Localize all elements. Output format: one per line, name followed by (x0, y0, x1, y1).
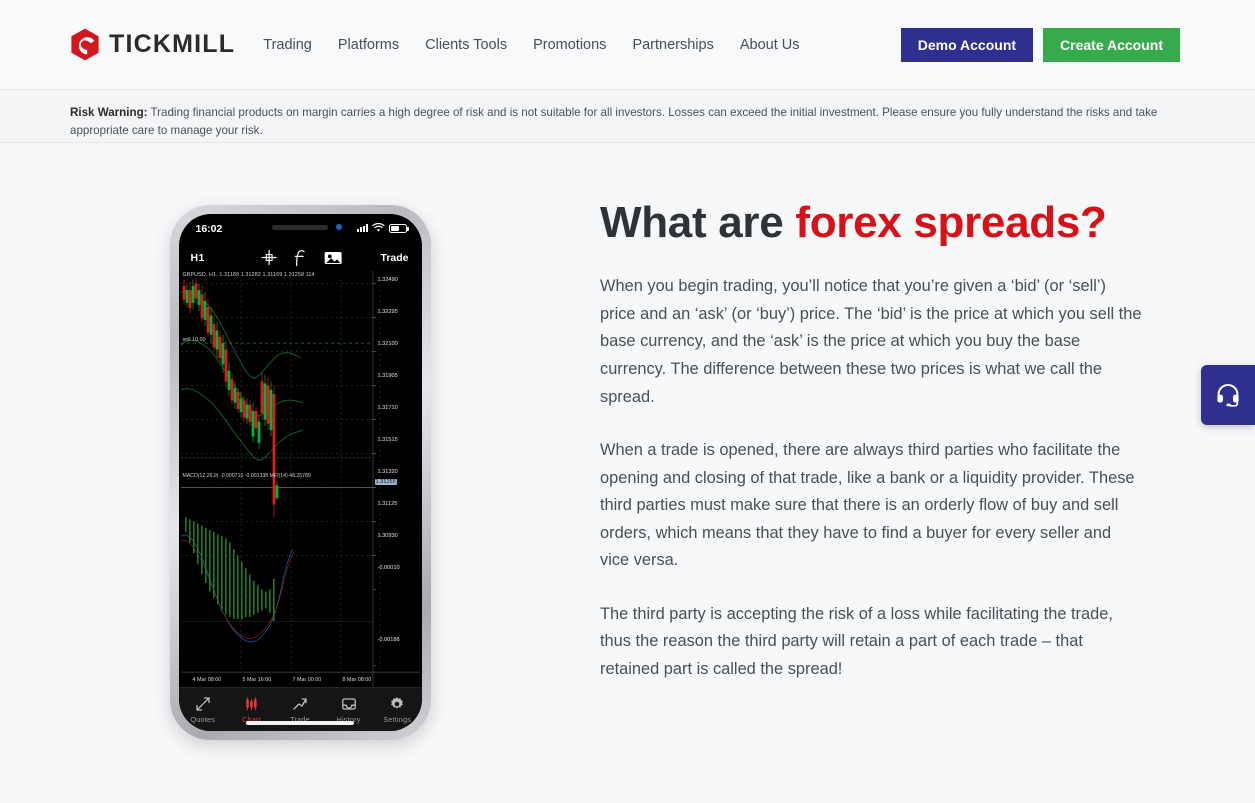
sub-axis-label: -0.00188 (377, 637, 400, 643)
phone-mockup-column: 16:02 H1 Trade GBPUSD, H1, 1.31189 1.312… (0, 143, 600, 802)
battery-icon (388, 223, 409, 233)
headset-support-icon (1217, 384, 1239, 407)
function-indicator-icon[interactable] (294, 249, 307, 267)
home-indicator (246, 721, 354, 725)
risk-warning-label: Risk Warning: (70, 106, 148, 119)
tab-label: Quotes (190, 714, 216, 724)
risk-warning-bar: Risk Warning: Trading financial products… (0, 90, 1255, 143)
article-paragraph-3: The third party is accepting the risk of… (600, 604, 1113, 679)
chart-symbol-line: GBPUSD, H1, 1.31189 1.31282 1.31169 1.31… (182, 272, 315, 278)
nav-item-about-us[interactable]: About Us (740, 37, 800, 53)
toolbar-icon-group (261, 249, 343, 267)
nav-item-partnerships[interactable]: Partnerships (632, 37, 713, 53)
price-label: 1.30930 (377, 533, 398, 539)
front-camera-dot (336, 224, 342, 230)
time-label: 5 Mar 16:00 (242, 677, 272, 683)
price-label: 1.31320 (377, 469, 398, 475)
tab-settings[interactable]: Settings (373, 696, 422, 724)
tab-trade[interactable]: Trade (276, 696, 325, 724)
article-paragraph-2: When a trade is opened, there are always… (600, 441, 1135, 570)
price-label: 1.31125 (377, 501, 398, 507)
risk-warning-body: Trading financial products on margin car… (70, 106, 1158, 137)
site-header: TICKMILL Trading Platforms Clients Tools… (0, 0, 1255, 90)
phone-status-bar: 16:02 (179, 214, 422, 244)
price-label: 1.31905 (377, 373, 398, 379)
article-column: What are forex spreads? When you begin t… (600, 143, 1200, 802)
risk-warning-text: Risk Warning: Trading financial products… (70, 104, 1185, 140)
inbox-icon (341, 697, 356, 710)
tickmill-hexagon-logo-icon (71, 28, 99, 61)
site-logo[interactable]: TICKMILL (70, 28, 235, 61)
headline-accent: forex spreads? (795, 198, 1107, 247)
trend-arrow-icon (293, 697, 307, 710)
phone-screen: 16:02 H1 Trade GBPUSD, H1, 1.31189 1.312… (178, 214, 422, 731)
status-indicators (356, 223, 409, 233)
page-body: 16:02 H1 Trade GBPUSD, H1, 1.31189 1.312… (0, 143, 1255, 802)
crosshair-icon[interactable] (261, 249, 278, 266)
headline-plain: What are (600, 198, 796, 247)
chart-sell-label: sell 10.00 (182, 337, 206, 343)
tab-history[interactable]: History (324, 696, 373, 724)
nav-item-promotions[interactable]: Promotions (533, 37, 606, 53)
signal-bars-icon (356, 224, 368, 232)
nav-item-platforms[interactable]: Platforms (338, 37, 399, 53)
time-label: 7 Mar 00:00 (292, 677, 322, 683)
objects-icon[interactable] (324, 249, 343, 266)
mt-chart-canvas[interactable]: GBPUSD, H1, 1.31189 1.31282 1.31169 1.31… (180, 271, 420, 687)
chart-app-toolbar: H1 Trade (179, 244, 422, 271)
tab-label: Settings (383, 714, 412, 724)
price-label: 1.32490 (377, 277, 398, 283)
price-label: 1.31515 (377, 437, 398, 443)
candlestick-icon (246, 696, 257, 710)
status-clock: 16:02 (195, 223, 223, 235)
main-navigation: Trading Platforms Clients Tools Promotio… (263, 37, 799, 53)
demo-account-button[interactable]: Demo Account (900, 28, 1034, 62)
create-account-button[interactable]: Create Account (1043, 28, 1180, 62)
chart-indicator-line: MACD(12,26,9) -0.000710 -0.001338 MFI(14… (182, 473, 311, 479)
trade-button[interactable]: Trade (380, 252, 408, 264)
gear-icon (391, 696, 404, 709)
price-label: 1.32295 (377, 309, 398, 315)
speaker-grille (272, 225, 328, 230)
time-label: 8 Mar 08:00 (342, 677, 372, 683)
time-label: 4 Mar 08:00 (192, 677, 222, 683)
current-price-tag: 1.31255 (374, 479, 397, 485)
tab-chart[interactable]: Chart (227, 696, 276, 724)
article-paragraph-1: When you begin trading, you’ll notice th… (600, 277, 1142, 406)
price-label: 1.32100 (377, 341, 398, 347)
nav-item-clients-tools[interactable]: Clients Tools (425, 37, 507, 53)
price-label: 1.31710 (377, 405, 398, 411)
tab-quotes[interactable]: Quotes (179, 696, 228, 724)
time-axis: 4 Mar 08:00 5 Mar 16:00 7 Mar 00:00 8 Ma… (181, 677, 420, 686)
price-axis: 1.32490 1.32295 1.32100 1.31905 1.31710 … (374, 271, 420, 687)
quotes-arrows-icon (196, 696, 210, 711)
sub-axis-label: -0.00010 (377, 565, 400, 571)
timeframe-button[interactable]: H1 (191, 252, 205, 264)
wifi-icon (371, 223, 385, 232)
nav-item-trading[interactable]: Trading (263, 37, 312, 53)
header-actions: Demo Account Create Account (900, 28, 1180, 62)
page-title: What are forex spreads? (600, 198, 1200, 247)
logo-text: TICKMILL (109, 30, 236, 58)
support-chat-button[interactable] (1201, 365, 1255, 425)
phone-device-mockup: 16:02 H1 Trade GBPUSD, H1, 1.31189 1.312… (169, 205, 431, 740)
